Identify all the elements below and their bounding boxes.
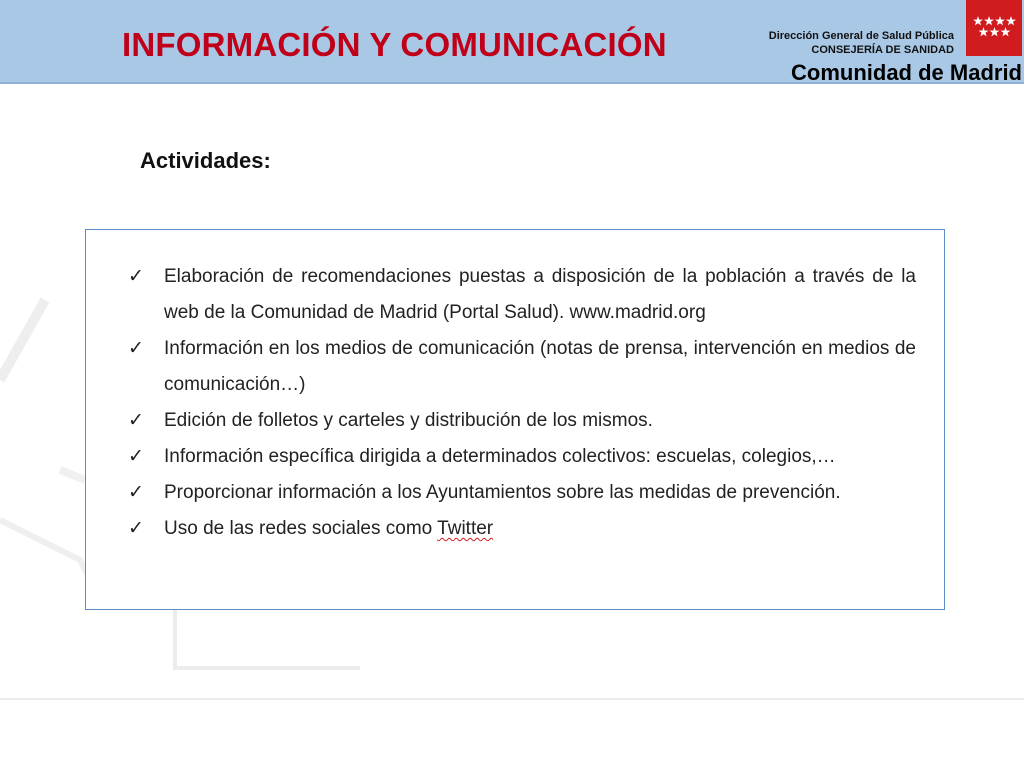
activities-list: ✓ Elaboración de recomendaciones puestas… bbox=[126, 259, 916, 547]
list-item: ✓ Edición de folletos y carteles y distr… bbox=[126, 403, 916, 439]
checkmark-icon: ✓ bbox=[128, 410, 144, 431]
list-item-text: Proporcionar información a los Ayuntamie… bbox=[164, 482, 841, 503]
checkmark-icon: ✓ bbox=[128, 482, 144, 503]
org-name: Comunidad de Madrid bbox=[791, 60, 1022, 85]
list-item: ✓ Información en los medios de comunicac… bbox=[126, 331, 916, 403]
list-item: ✓ Información específica dirigida a dete… bbox=[126, 439, 916, 475]
org-directorate: Dirección General de Salud Pública bbox=[768, 30, 954, 42]
checkmark-icon: ✓ bbox=[128, 266, 144, 287]
activities-box: ✓ Elaboración de recomendaciones puestas… bbox=[85, 229, 945, 610]
section-label: Actividades: bbox=[140, 148, 271, 173]
bottom-divider bbox=[0, 698, 1024, 700]
list-item-text: Edición de folletos y carteles y distrib… bbox=[164, 410, 653, 431]
page-title: INFORMACIÓN Y COMUNICACIÓN bbox=[122, 26, 667, 63]
slide: INFORMACIÓN Y COMUNICACIÓN Dirección Gen… bbox=[0, 0, 1024, 768]
list-item: ✓ Elaboración de recomendaciones puestas… bbox=[126, 259, 916, 331]
checkmark-icon: ✓ bbox=[128, 446, 144, 467]
list-item-text: Elaboración de recomendaciones puestas a… bbox=[164, 266, 916, 323]
stars-icon bbox=[973, 16, 1016, 37]
madrid-stars-flag-icon bbox=[966, 0, 1022, 56]
list-item: ✓ Uso de las redes sociales como Twitter bbox=[126, 511, 916, 547]
org-department: CONSEJERÍA DE SANIDAD bbox=[811, 44, 954, 56]
list-item: ✓ Proporcionar información a los Ayuntam… bbox=[126, 475, 916, 511]
list-item-text: Información en los medios de comunicació… bbox=[164, 338, 916, 395]
list-item-text: Uso de las redes sociales como Twitter bbox=[164, 518, 493, 539]
twitter-word: Twitter bbox=[437, 518, 494, 539]
checkmark-icon: ✓ bbox=[128, 338, 144, 359]
list-item-text: Información específica dirigida a determ… bbox=[164, 446, 836, 467]
list-item-text-prefix: Uso de las redes sociales como bbox=[164, 518, 438, 539]
checkmark-icon: ✓ bbox=[128, 518, 144, 539]
